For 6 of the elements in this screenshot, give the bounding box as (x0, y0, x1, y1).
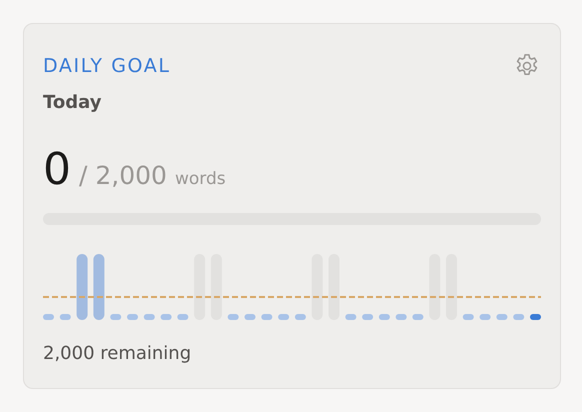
goal-total: / 2,000 (79, 161, 167, 190)
word-count: 0 (43, 146, 71, 194)
period-label: Today (43, 91, 102, 115)
card-title: DAILY GOAL (43, 54, 171, 78)
remaining-label: 2,000 remaining (43, 342, 192, 366)
unit-label: words (174, 169, 226, 189)
